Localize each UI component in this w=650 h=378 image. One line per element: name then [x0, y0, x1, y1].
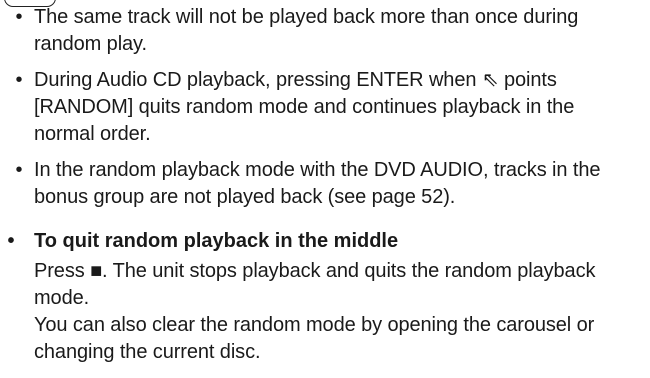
bullet-icon: • — [7, 230, 15, 252]
bullet-icon: • — [15, 159, 23, 181]
note-text: During Audio CD playback, pressing ENTER… — [34, 69, 575, 145]
note-text: In the random playback mode with the DVD… — [34, 159, 601, 208]
section-paragraph-stop: Press ■. The unit stops playback and qui… — [34, 260, 596, 309]
section-heading-text: To quit random playback in the middle — [34, 230, 399, 252]
section-paragraph-clear: You can also clear the random mode by op… — [34, 314, 595, 363]
bullet-icon: • — [15, 6, 23, 28]
note-item-audio-cd-enter: • During Audio CD playback, pressing ENT… — [0, 67, 640, 148]
section-body: Press ■. The unit stops playback and qui… — [0, 258, 645, 366]
manual-page: • The same track will not be played back… — [0, 0, 650, 378]
section-heading: • To quit random playback in the middle — [0, 228, 645, 255]
notes-list: • The same track will not be played back… — [0, 4, 640, 220]
note-item-no-repeat: • The same track will not be played back… — [0, 4, 640, 58]
note-item-dvd-audio-bonus: • In the random playback mode with the D… — [0, 157, 640, 211]
note-text: The same track will not be played back m… — [34, 6, 579, 55]
bullet-icon: • — [15, 69, 23, 91]
quit-random-section: • To quit random playback in the middle … — [0, 228, 645, 366]
